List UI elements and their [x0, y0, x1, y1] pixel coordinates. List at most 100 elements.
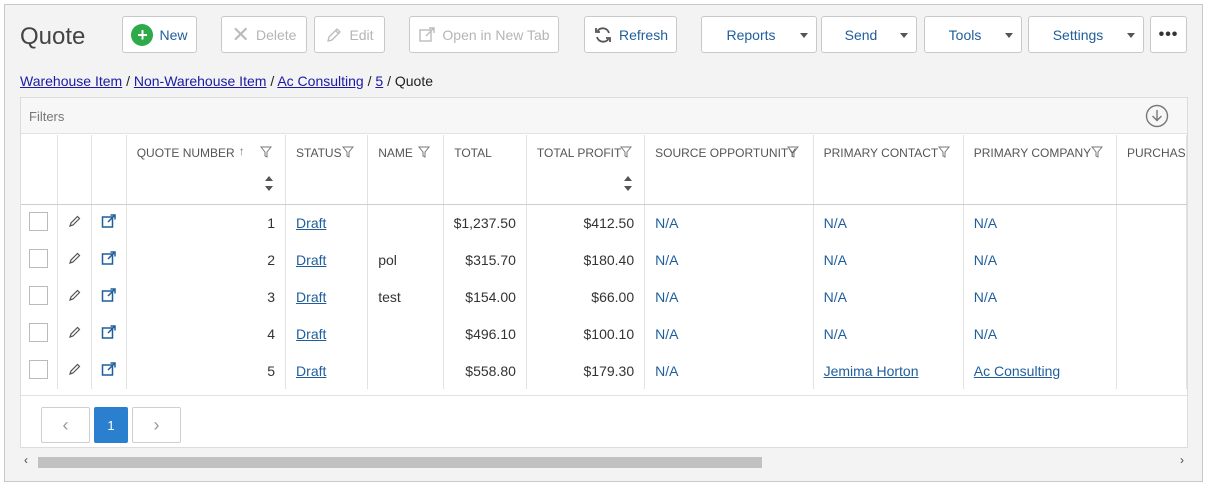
status-link[interactable]: Draft [296, 326, 326, 342]
pencil-icon[interactable] [68, 326, 82, 342]
breadcrumb-5[interactable]: 5 [375, 73, 383, 89]
funnel-icon[interactable] [1090, 146, 1103, 161]
col-purchase[interactable]: PURCHAS [1116, 135, 1187, 170]
total-cell: $558.80 [443, 352, 527, 389]
more-dots-icon: ••• [1158, 25, 1179, 43]
col-total-profit[interactable]: TOTAL PROFIT [526, 135, 646, 170]
col-source-opportunity[interactable]: SOURCE OPPORTUNITY [644, 135, 814, 170]
col-quote-number[interactable]: QUOTE NUMBER ↑ [126, 135, 287, 170]
refresh-button[interactable]: Refresh [584, 16, 677, 53]
row-checkbox[interactable] [29, 211, 49, 231]
source-opportunity-cell: N/A [644, 315, 814, 352]
tools-dropdown[interactable]: Tools [924, 16, 1022, 53]
quote-number-spinner[interactable] [126, 170, 287, 205]
row-checkbox[interactable] [29, 248, 49, 268]
reports-dropdown[interactable]: Reports [701, 16, 817, 53]
filters-bar[interactable]: Filters [21, 98, 1187, 134]
funnel-icon[interactable] [259, 146, 272, 161]
send-dropdown[interactable]: Send [821, 16, 917, 53]
new-button[interactable]: + New [122, 16, 197, 53]
send-label: Send [844, 26, 878, 43]
row-edit-cell [57, 278, 93, 315]
primary-contact-cell: N/A [813, 241, 964, 278]
total-profit-spinner[interactable] [526, 170, 646, 205]
funnel-icon[interactable] [937, 146, 950, 161]
funnel-icon[interactable] [619, 146, 632, 161]
scroll-left-icon[interactable]: ‹ [24, 453, 28, 467]
col-primary-company-label: PRIMARY COMPANY [973, 145, 1092, 160]
breadcrumb-warehouse-item[interactable]: Warehouse Item [20, 73, 122, 89]
purchase-cell [1116, 315, 1187, 352]
status-link[interactable]: Draft [296, 215, 326, 231]
row-checkbox[interactable] [29, 285, 49, 305]
source-opportunity-cell: N/A [644, 278, 814, 315]
scrollbar-thumb[interactable] [38, 457, 762, 468]
breadcrumb-non-warehouse-item[interactable]: Non-Warehouse Item [134, 73, 267, 89]
table-row[interactable]: 5 Draft $558.80 $179.30 N/A Jemima Horton Ac C… [21, 352, 1187, 389]
open-in-new-tab-button[interactable]: Open in New Tab [409, 16, 559, 53]
settings-dropdown[interactable]: Settings [1028, 16, 1144, 53]
primary-contact-value: N/A [823, 214, 847, 231]
plus-circle-icon: + [131, 23, 154, 46]
status-link[interactable]: Draft [296, 363, 326, 379]
scroll-right-icon[interactable]: › [1180, 453, 1184, 467]
col-primary-company[interactable]: PRIMARY COMPANY [963, 135, 1117, 170]
source-opportunity-value: N/A [655, 214, 679, 231]
funnel-icon[interactable] [342, 146, 355, 161]
table-row[interactable]: 2 Draft pol $315.70 $180.40 N/A N/A N/A [21, 241, 1187, 278]
delete-button[interactable]: ✕ Delete [221, 16, 307, 53]
funnel-icon[interactable] [787, 146, 800, 161]
purchase-cell [1116, 241, 1187, 278]
filter-cell [57, 170, 93, 205]
external-link-icon[interactable] [101, 288, 117, 306]
sort-up-icon[interactable]: ↑ [239, 144, 245, 158]
row-edit-cell [57, 315, 93, 352]
edit-button[interactable]: Edit [314, 16, 385, 53]
total-profit-cell: $100.10 [526, 315, 646, 352]
col-status[interactable]: STATUS [285, 135, 369, 170]
horizontal-scrollbar[interactable]: ‹ › [20, 453, 1188, 469]
more-button[interactable]: ••• [1150, 16, 1187, 53]
pencil-icon[interactable] [68, 252, 82, 268]
row-edit-cell [57, 204, 93, 241]
table-row[interactable]: 4 Draft $496.10 $100.10 N/A N/A N/A [21, 315, 1187, 352]
total-cell: $1,237.50 [443, 204, 527, 241]
external-link-icon[interactable] [101, 251, 117, 269]
external-link-icon[interactable] [101, 325, 117, 343]
settings-label: Settings [1052, 26, 1104, 43]
table-row[interactable]: 1 Draft $1,237.50 $412.50 N/A N/A N/A [21, 204, 1187, 241]
status-link[interactable]: Draft [296, 289, 326, 305]
funnel-icon[interactable] [418, 146, 431, 161]
pencil-icon[interactable] [68, 363, 82, 379]
source-opportunity-value: N/A [655, 362, 679, 379]
row-checkbox[interactable] [29, 359, 49, 379]
download-circle-icon[interactable] [1145, 104, 1169, 133]
status-link[interactable]: Draft [296, 252, 326, 268]
next-page-button[interactable]: › [132, 407, 181, 443]
primary-contact-cell: N/A [813, 315, 964, 352]
primary-contact-value[interactable]: Jemima Horton [824, 363, 919, 379]
table-row[interactable]: 3 Draft test $154.00 $66.00 N/A N/A N/A [21, 278, 1187, 315]
row-open-cell [91, 352, 127, 389]
prev-page-button[interactable]: ‹ [41, 407, 90, 443]
quote-number-cell: 2 [126, 241, 287, 278]
total-cell: $496.10 [443, 315, 527, 352]
row-checkbox[interactable] [29, 322, 49, 342]
chevron-down-icon [1127, 33, 1135, 38]
page-1-button[interactable]: 1 [94, 407, 128, 443]
primary-company-value: N/A [973, 214, 998, 231]
filter-cell [813, 170, 964, 205]
col-primary-contact[interactable]: PRIMARY CONTACT [813, 135, 964, 170]
pencil-icon[interactable] [68, 215, 82, 231]
pencil-icon[interactable] [68, 289, 82, 305]
refresh-button-label: Refresh [618, 26, 669, 43]
primary-company-value[interactable]: Ac Consulting [974, 363, 1060, 379]
breadcrumb-ac-consulting[interactable]: Ac Consulting [277, 73, 363, 89]
filter-cell [443, 170, 527, 205]
col-name[interactable]: NAME [367, 135, 445, 170]
primary-company-value: N/A [973, 288, 998, 305]
external-link-icon[interactable] [101, 214, 117, 232]
external-link-icon[interactable] [101, 362, 117, 380]
col-source-opportunity-label: SOURCE OPPORTUNITY [655, 145, 797, 160]
col-total[interactable]: TOTAL [443, 135, 527, 170]
